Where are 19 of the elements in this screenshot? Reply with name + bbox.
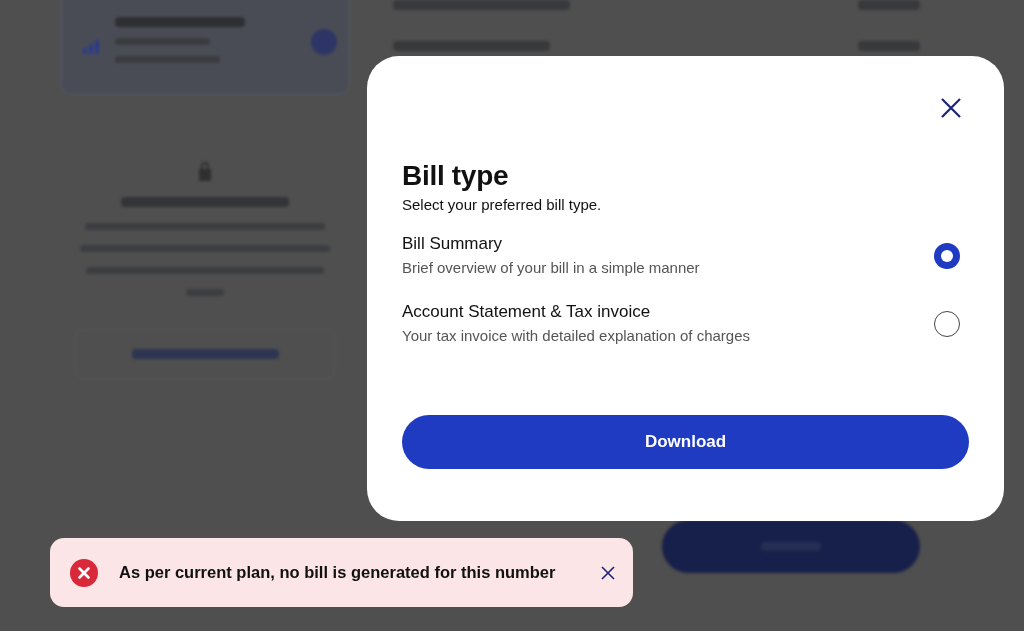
toast-message: As per current plan, no bill is generated for this number: [119, 562, 557, 584]
lock-icon: [198, 161, 212, 181]
radio-button[interactable]: [934, 310, 960, 337]
bill-type-option[interactable]: Account Statement & Tax invoice Your tax invoice with detailed explanation of charges: [402, 301, 960, 346]
close-button[interactable]: [601, 565, 615, 580]
error-icon: [70, 558, 98, 587]
option-title: Bill Summary: [402, 233, 504, 255]
chart-icon: [83, 39, 99, 54]
option-description: Your tax invoice with detailed explanation of charges: [402, 326, 750, 346]
close-icon: [941, 98, 961, 118]
option-description: Brief overview of your bill in a simple manner: [402, 258, 700, 278]
close-icon: [601, 565, 615, 580]
bill-type-option[interactable]: Bill Summary Brief overview of your bill in a simple manner: [402, 233, 960, 278]
radio-button[interactable]: [934, 242, 960, 269]
download-button[interactable]: Download: [402, 415, 969, 469]
close-button[interactable]: [941, 98, 961, 118]
option-title: Account Statement & Tax invoice: [402, 301, 652, 323]
dialog-title: Bill type: [402, 159, 510, 193]
dialog-subtitle: Select your preferred bill type.: [402, 195, 603, 215]
